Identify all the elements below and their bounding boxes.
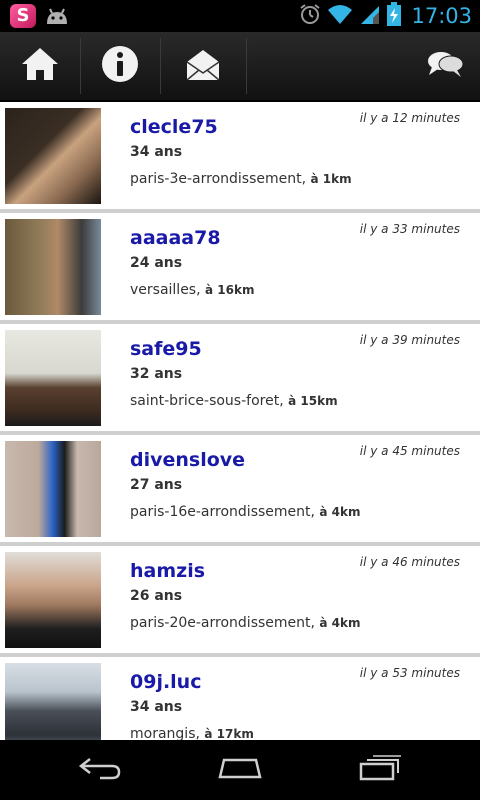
last-seen: il y a 12 minutes: [359, 111, 460, 125]
list-item[interactable]: clecle75 34 ans paris-3e-arrondissement,…: [0, 102, 480, 209]
list-item[interactable]: hamzis 26 ans paris-20e-arrondissement, …: [0, 546, 480, 653]
user-location: saint-brice-sous-foret, à 15km: [130, 393, 338, 409]
messages-button[interactable]: [160, 32, 246, 100]
avatar: [5, 663, 101, 740]
user-age: 26 ans: [130, 588, 183, 604]
list-item[interactable]: 09j.luc 34 ans morangis, à 17km il y a 5…: [0, 657, 480, 740]
user-age: 34 ans: [130, 699, 183, 715]
android-debug-icon: [44, 4, 70, 28]
user-age: 27 ans: [130, 477, 183, 493]
user-distance: à 4km: [319, 505, 361, 519]
username: 09j.luc: [130, 671, 202, 693]
user-list: clecle75 34 ans paris-3e-arrondissement,…: [0, 102, 480, 740]
avatar: [5, 219, 101, 315]
list-item[interactable]: divenslove 27 ans paris-16e-arrondisseme…: [0, 435, 480, 542]
home-button[interactable]: [0, 32, 80, 100]
back-button[interactable]: [50, 740, 150, 800]
wifi-icon: [327, 3, 353, 29]
chat-icon: [426, 49, 464, 83]
avatar: [5, 441, 101, 537]
home-nav-button[interactable]: [190, 740, 290, 800]
info-button[interactable]: [80, 32, 160, 100]
home-icon: [20, 46, 60, 86]
user-distance: à 15km: [288, 394, 338, 408]
alarm-icon: [299, 3, 321, 29]
mail-icon: [184, 46, 222, 86]
action-bar: [0, 32, 480, 102]
navigation-bar: [0, 740, 480, 800]
signal-icon: [359, 3, 381, 29]
recent-apps-button[interactable]: [330, 740, 430, 800]
username: divenslove: [130, 449, 246, 471]
username: clecle75: [130, 116, 218, 138]
last-seen: il y a 46 minutes: [359, 555, 460, 569]
avatar: [5, 108, 101, 204]
user-distance: à 4km: [319, 616, 361, 630]
recent-apps-icon: [358, 755, 402, 785]
user-location: paris-20e-arrondissement, à 4km: [130, 615, 361, 631]
list-item[interactable]: aaaaa78 24 ans versailles, à 16km il y a…: [0, 213, 480, 320]
user-distance: à 17km: [204, 727, 254, 740]
status-clock: 17:03: [411, 4, 472, 28]
user-location: paris-3e-arrondissement, à 1km: [130, 171, 352, 187]
user-age: 32 ans: [130, 366, 183, 382]
last-seen: il y a 33 minutes: [359, 222, 460, 236]
back-icon: [78, 756, 122, 784]
user-age: 34 ans: [130, 144, 183, 160]
info-icon: [100, 44, 140, 88]
username: safe95: [130, 338, 202, 360]
user-distance: à 16km: [205, 283, 255, 297]
user-distance: à 1km: [310, 172, 352, 186]
last-seen: il y a 53 minutes: [359, 666, 460, 680]
home-nav-icon: [216, 756, 264, 784]
battery-charging-icon: [387, 2, 402, 30]
last-seen: il y a 39 minutes: [359, 333, 460, 347]
status-bar: S 17:03: [0, 0, 480, 32]
avatar: [5, 552, 101, 648]
chat-button[interactable]: [410, 32, 480, 100]
username: hamzis: [130, 560, 206, 582]
list-item[interactable]: safe95 32 ans saint-brice-sous-foret, à …: [0, 324, 480, 431]
username: aaaaa78: [130, 227, 221, 249]
avatar: [5, 330, 101, 426]
s-app-icon: S: [10, 4, 36, 28]
user-location: versailles, à 16km: [130, 282, 255, 298]
last-seen: il y a 45 minutes: [359, 444, 460, 458]
user-location: morangis, à 17km: [130, 726, 254, 740]
user-location: paris-16e-arrondissement, à 4km: [130, 504, 361, 520]
user-age: 24 ans: [130, 255, 183, 271]
